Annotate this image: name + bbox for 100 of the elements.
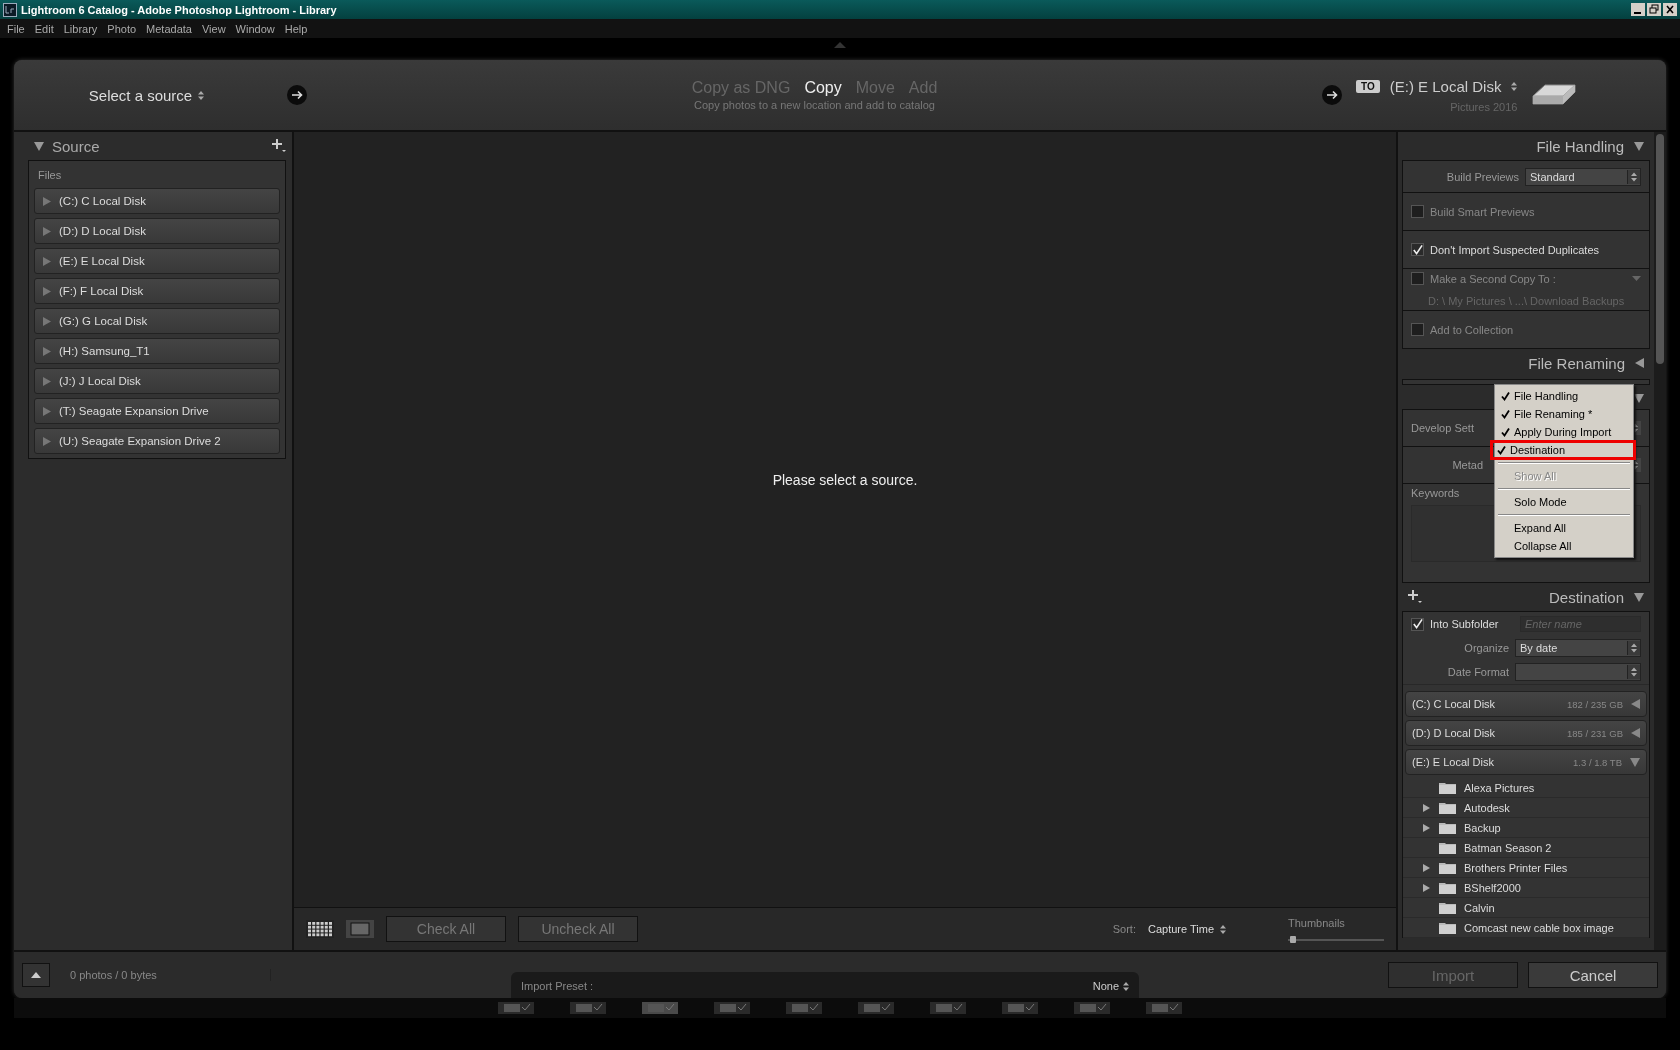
- menu-item[interactable]: Library: [58, 22, 103, 35]
- drive-item[interactable]: (F:) F Local Disk: [34, 278, 280, 304]
- stepper-icon[interactable]: [1220, 924, 1226, 934]
- add-icon[interactable]: [272, 139, 286, 153]
- close-icon[interactable]: [1663, 3, 1677, 16]
- menu-item[interactable]: Window: [230, 22, 280, 35]
- preset-selector[interactable]: None: [1092, 980, 1119, 992]
- expand-arrow-icon[interactable]: [43, 346, 51, 356]
- up-arrow-icon: [31, 972, 41, 978]
- sort-label: Sort:: [1112, 923, 1136, 935]
- folder-name: Alexa Pictures: [1464, 781, 1535, 794]
- expand-arrow-icon[interactable]: [43, 316, 51, 326]
- expand-arrow-icon[interactable]: [43, 376, 51, 386]
- menu-option[interactable]: File Handling: [1495, 387, 1633, 405]
- expand-arrow-icon[interactable]: [1423, 863, 1430, 872]
- cancel-button[interactable]: Cancel: [1528, 962, 1658, 988]
- folder-item[interactable]: Brothers Printer Files: [1403, 858, 1649, 878]
- folder-item[interactable]: Batman Season 2: [1403, 838, 1649, 858]
- folder-item[interactable]: Calvin: [1403, 898, 1649, 918]
- expand-triangle-icon[interactable]: [34, 141, 44, 151]
- folder-icon: [1439, 821, 1456, 834]
- expand-arrow-icon[interactable]: [1423, 883, 1430, 892]
- arrow-right-icon[interactable]: [287, 85, 307, 105]
- expand-arrow-icon[interactable]: [43, 406, 51, 416]
- menu-item[interactable]: Metadata: [141, 22, 197, 35]
- show-panel-button[interactable]: [22, 963, 50, 987]
- menu-item[interactable]: Edit: [29, 22, 59, 35]
- collapse-triangle-icon[interactable]: [1631, 728, 1640, 738]
- menu-option[interactable]: Collapse All: [1495, 537, 1633, 555]
- source-selector[interactable]: Select a source: [88, 86, 193, 104]
- folder-name: Backup: [1464, 821, 1501, 834]
- checkbox[interactable]: [1411, 243, 1424, 256]
- drive-item[interactable]: (H:) Samsung_T1: [34, 338, 280, 364]
- menu-item[interactable]: Photo: [102, 22, 142, 35]
- volume-item[interactable]: (D:) D Local Disk 185 / 231 GB: [1405, 720, 1647, 746]
- folder-item[interactable]: BShelf2000: [1403, 878, 1649, 898]
- drive-item[interactable]: (T:) Seagate Expansion Drive: [34, 398, 280, 424]
- stepper-icon[interactable]: [1627, 169, 1640, 184]
- menu-option[interactable]: Expand All: [1495, 519, 1633, 537]
- folder-item[interactable]: Autodesk: [1403, 798, 1649, 818]
- menu-item[interactable]: View: [196, 22, 231, 35]
- stepper-icon[interactable]: [1627, 641, 1640, 655]
- drive-item[interactable]: (D:) D Local Disk: [34, 218, 280, 244]
- folder-item[interactable]: Comcast new cable box image: [1403, 918, 1649, 938]
- organize-dropdown[interactable]: By date: [1515, 639, 1641, 657]
- menu-option[interactable]: Solo Mode: [1495, 493, 1633, 511]
- expand-arrow-icon[interactable]: [43, 436, 51, 446]
- expand-arrow-icon[interactable]: [43, 256, 51, 266]
- checkbox-label: Don't Import Suspected Duplicates: [1430, 243, 1600, 256]
- menu-item[interactable]: Help: [279, 22, 313, 35]
- loupe-view-icon[interactable]: [346, 920, 374, 938]
- menu-option[interactable]: Apply During Import: [1495, 423, 1633, 441]
- folder-item[interactable]: Backup: [1403, 818, 1649, 838]
- menu-item[interactable]: File: [2, 22, 30, 35]
- grid-view-icon[interactable]: [306, 920, 334, 938]
- destination-selector[interactable]: (E:) E Local Disk: [1389, 77, 1502, 95]
- previews-dropdown[interactable]: Standard: [1525, 167, 1641, 186]
- field-label: Metad: [1451, 459, 1483, 471]
- add-icon[interactable]: [1408, 590, 1422, 604]
- checkbox[interactable]: [1411, 617, 1424, 631]
- folder-name: Brothers Printer Files: [1464, 861, 1568, 874]
- mode-tab[interactable]: Copy: [804, 79, 842, 97]
- menu-option[interactable]: Destination: [1490, 440, 1636, 460]
- drive-item[interactable]: (U:) Seagate Expansion Drive 2: [34, 428, 280, 454]
- stepper-icon[interactable]: [1511, 81, 1518, 91]
- drive-item[interactable]: (C:) C Local Disk: [34, 188, 280, 214]
- slider-thumb[interactable]: [1289, 936, 1296, 943]
- expand-triangle-icon[interactable]: [1634, 592, 1644, 602]
- drive-item[interactable]: (J:) J Local Disk: [34, 368, 280, 394]
- menu-option[interactable]: File Renaming *: [1495, 405, 1633, 423]
- restore-icon[interactable]: [1647, 3, 1661, 16]
- volume-item[interactable]: (C:) C Local Disk 182 / 235 GB: [1405, 691, 1647, 717]
- scrollbar-thumb[interactable]: [1656, 134, 1664, 364]
- checkbox[interactable]: [1411, 272, 1424, 285]
- drive-name: (G:) G Local Disk: [59, 315, 148, 327]
- expand-arrow-icon[interactable]: [43, 226, 51, 236]
- expand-arrow-icon[interactable]: [1423, 803, 1430, 812]
- minimize-icon[interactable]: [1631, 3, 1645, 16]
- expand-triangle-icon[interactable]: [1634, 393, 1644, 403]
- expand-triangle-icon[interactable]: [1634, 141, 1644, 151]
- checkbox[interactable]: [1411, 205, 1424, 218]
- folder-item[interactable]: Alexa Pictures: [1403, 778, 1649, 798]
- panel-title: File Handling: [1536, 137, 1624, 155]
- stepper-icon[interactable]: [198, 90, 205, 100]
- expand-arrow-icon[interactable]: [43, 286, 51, 296]
- collapse-triangle-icon[interactable]: [1631, 699, 1640, 709]
- folder-name: Calvin: [1464, 901, 1495, 914]
- stepper-icon[interactable]: [1123, 981, 1129, 991]
- checkbox[interactable]: [1411, 323, 1424, 336]
- drive-item[interactable]: (E:) E Local Disk: [34, 248, 280, 274]
- volume-item[interactable]: (E:) E Local Disk 1.3 / 1.8 TB: [1405, 749, 1647, 775]
- collapse-triangle-icon[interactable]: [1635, 358, 1644, 368]
- sort-selector[interactable]: Capture Time: [1147, 923, 1214, 935]
- thumbnail-icon: [642, 1002, 678, 1014]
- drive-item[interactable]: (G:) G Local Disk: [34, 308, 280, 334]
- arrow-right-icon[interactable]: [1322, 85, 1342, 105]
- stepper-icon[interactable]: [1627, 665, 1640, 679]
- expand-arrow-icon[interactable]: [1423, 823, 1430, 832]
- expand-triangle-icon[interactable]: [1630, 757, 1640, 767]
- expand-arrow-icon[interactable]: [43, 196, 51, 206]
